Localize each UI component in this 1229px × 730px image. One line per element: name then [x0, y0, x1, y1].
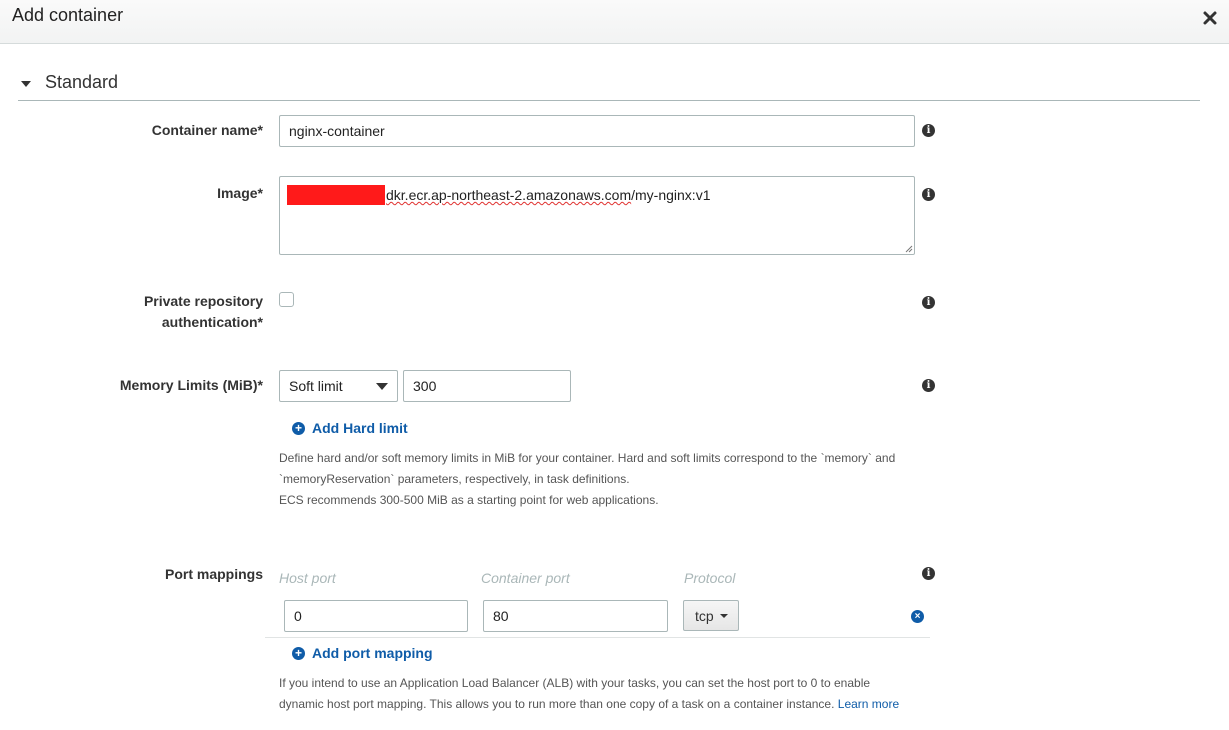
port-mappings-label: Port mappings — [164, 566, 263, 582]
add-hard-limit-button[interactable]: + Add Hard limit — [292, 420, 408, 436]
info-icon[interactable]: i — [922, 567, 935, 580]
remove-circle-icon[interactable]: × — [911, 610, 924, 623]
plus-circle-icon: + — [292, 421, 305, 435]
port-help-text: If you intend to use an Application Load… — [279, 673, 919, 715]
container-port-header: Container port — [481, 570, 570, 586]
plus-circle-icon: + — [292, 646, 305, 660]
section-standard-header[interactable]: Standard — [18, 70, 1200, 101]
add-port-mapping-label: Add port mapping — [312, 645, 433, 661]
section-title: Standard — [45, 72, 119, 92]
info-icon[interactable]: i — [922, 379, 935, 392]
private-repo-label-line1: Private repository — [143, 293, 263, 309]
container-name-input[interactable]: nginx-container — [279, 115, 915, 147]
image-label: Image* — [217, 185, 263, 201]
add-port-mapping-button[interactable]: + Add port mapping — [292, 645, 433, 661]
learn-more-link[interactable]: Learn more — [838, 697, 899, 711]
memory-help-line1: Define hard and/or soft memory limits in… — [279, 451, 896, 465]
close-icon[interactable] — [1201, 9, 1219, 27]
private-repo-label-line2: authentication* — [161, 314, 263, 330]
protocol-dropdown[interactable]: tcp — [683, 600, 739, 631]
private-repo-checkbox[interactable] — [279, 292, 294, 307]
image-value-path: /my-nginx:v1 — [631, 187, 711, 203]
redacted-block — [287, 185, 385, 205]
protocol-value: tcp — [695, 607, 714, 624]
memory-help-line2: `memoryReservation` parameters, respecti… — [279, 472, 630, 486]
image-textarea[interactable]: dkr.ecr.ap-northeast-2.amazonaws.com/my-… — [279, 176, 915, 255]
host-port-value: 0 — [294, 608, 302, 624]
memory-help-text: Define hard and/or soft memory limits in… — [279, 448, 919, 511]
chevron-down-icon — [376, 383, 388, 390]
memory-limit-type-select[interactable]: Soft limit — [279, 370, 398, 402]
info-icon[interactable]: i — [922, 124, 935, 137]
port-help-line1: If you intend to use an Application Load… — [279, 676, 871, 690]
memory-limit-type-value: Soft limit — [289, 378, 343, 394]
dialog-title: Add container — [12, 5, 124, 25]
container-name-label: Container name* — [151, 122, 263, 138]
memory-value: 300 — [413, 378, 437, 394]
add-hard-limit-label: Add Hard limit — [312, 420, 408, 436]
private-repo-label: Private repository authentication* — [144, 291, 263, 333]
dialog-header: Add container — [0, 0, 1229, 44]
host-port-header: Host port — [279, 570, 336, 586]
divider — [265, 637, 930, 638]
container-port-value: 80 — [493, 608, 509, 624]
memory-help-line3: ECS recommends 300-500 MiB as a starting… — [279, 493, 659, 507]
port-help-line2: dynamic host port mapping. This allows y… — [279, 697, 835, 711]
memory-value-input[interactable]: 300 — [403, 370, 571, 402]
resize-handle-icon[interactable] — [905, 245, 913, 253]
container-name-value: nginx-container — [289, 123, 385, 139]
host-port-input[interactable]: 0 — [284, 600, 468, 632]
info-icon[interactable]: i — [922, 188, 935, 201]
port-help-line2-wrap: dynamic host port mapping. This allows y… — [279, 694, 919, 715]
container-port-input[interactable]: 80 — [483, 600, 668, 632]
caret-down-icon[interactable] — [21, 81, 31, 87]
info-icon[interactable]: i — [922, 296, 935, 309]
caret-down-icon — [720, 614, 728, 618]
protocol-header: Protocol — [684, 570, 736, 586]
memory-limits-label: Memory Limits (MiB)* — [119, 377, 263, 393]
image-value-host: dkr.ecr.ap-northeast-2.amazonaws.com — [386, 187, 632, 203]
